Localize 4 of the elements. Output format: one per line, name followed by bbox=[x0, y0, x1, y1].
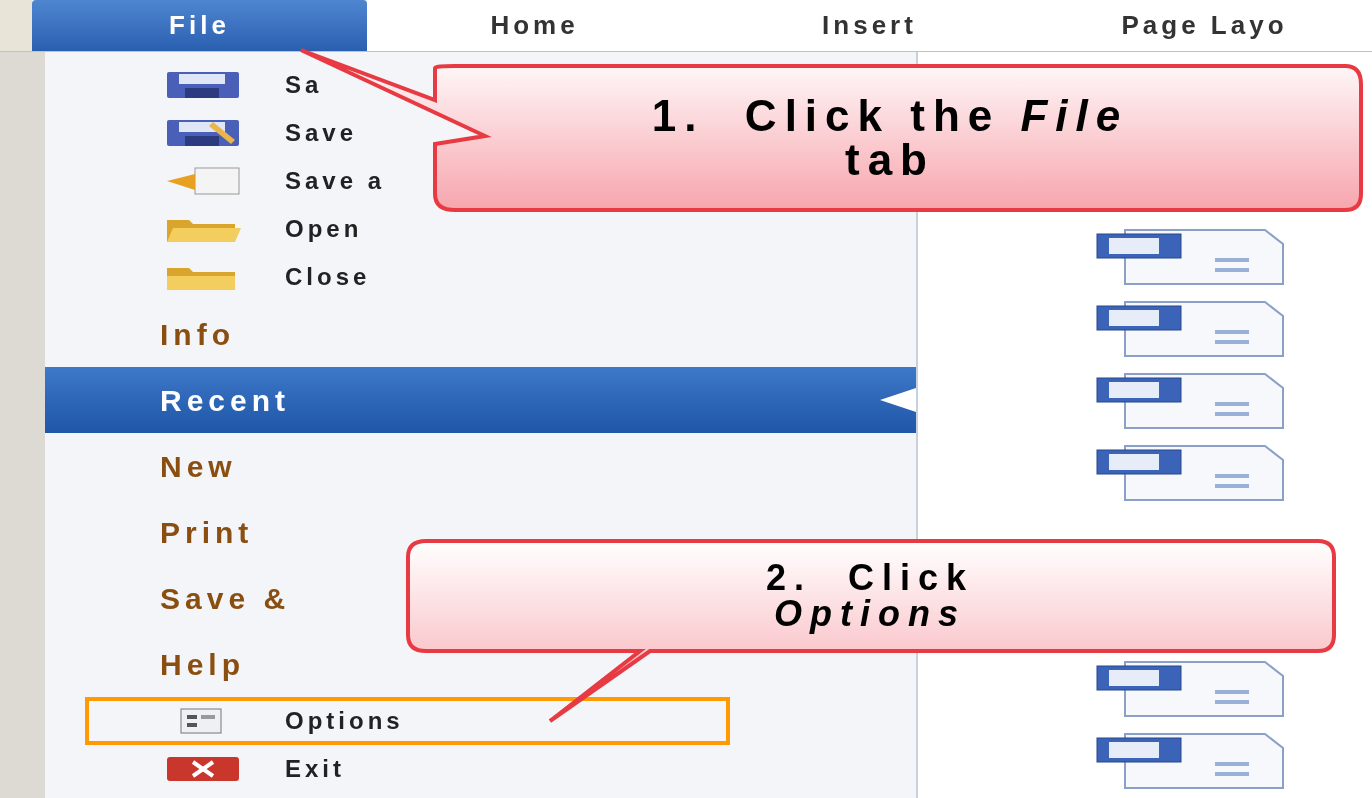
callout-text: tab bbox=[845, 138, 935, 182]
callout-text: Options bbox=[774, 596, 966, 632]
callout-text: 2. Click bbox=[765, 560, 975, 596]
callout-text: 1. Click the File bbox=[651, 94, 1129, 138]
